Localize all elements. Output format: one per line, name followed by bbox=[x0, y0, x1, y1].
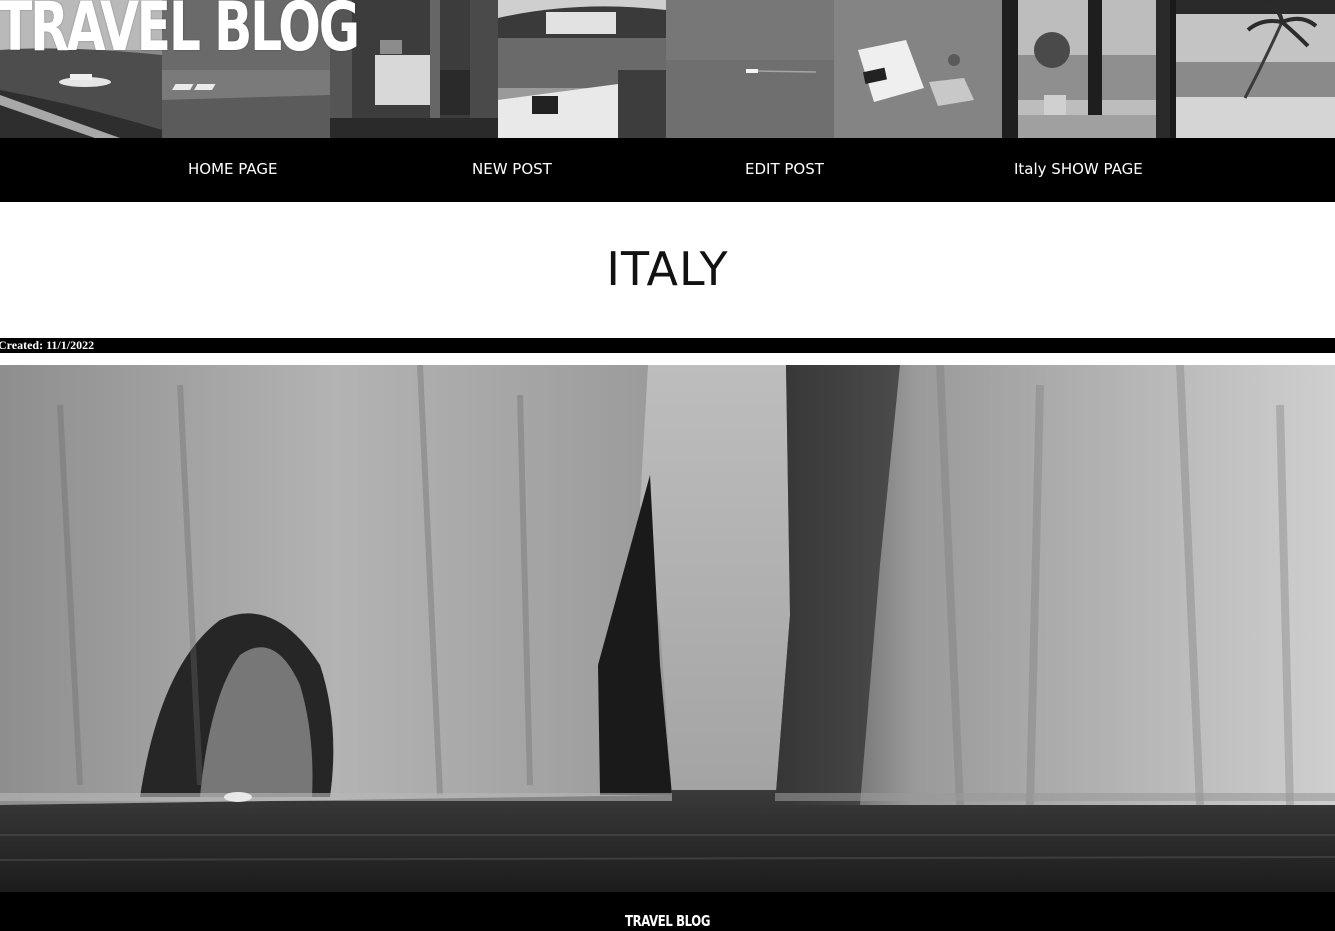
main-nav: HOME PAGE NEW POST EDIT POST Italy SHOW … bbox=[0, 138, 1335, 202]
created-bar: Created: 11/1/2022 bbox=[0, 338, 1335, 353]
post-hero-image bbox=[0, 365, 1335, 892]
palm-tree-beach-photo bbox=[1170, 0, 1335, 138]
nav-home-page[interactable]: HOME PAGE bbox=[188, 160, 277, 178]
header-photo-strip: TRAVEL BLOG bbox=[0, 0, 1335, 138]
footer-logo: TRAVEL BLOG bbox=[0, 912, 1335, 931]
nav-edit-post[interactable]: EDIT POST bbox=[745, 160, 824, 178]
speedboat-open-sea-photo bbox=[666, 0, 834, 138]
created-date: Created: 11/1/2022 bbox=[0, 338, 95, 352]
site-footer: TRAVEL BLOG bbox=[0, 892, 1335, 931]
page-title: ITALY bbox=[606, 242, 729, 296]
footer-logo-text: TRAVEL BLOG bbox=[624, 912, 711, 930]
site-logo[interactable]: TRAVEL BLOG bbox=[0, 0, 360, 62]
balcony-sea-view-photo bbox=[1002, 0, 1170, 138]
nav-new-post[interactable]: NEW POST bbox=[472, 160, 552, 178]
lakeside-villa-boat-photo bbox=[498, 0, 666, 138]
beach-bag-sand-photo bbox=[834, 0, 1002, 138]
nav-italy-show-page[interactable]: Italy SHOW PAGE bbox=[1014, 160, 1143, 178]
capri-sea-rock-arch-photo bbox=[0, 365, 1335, 892]
